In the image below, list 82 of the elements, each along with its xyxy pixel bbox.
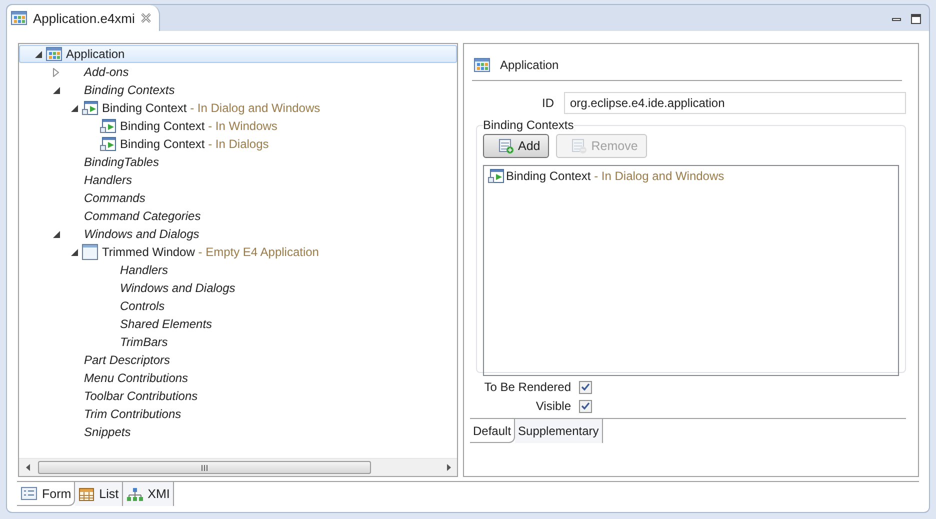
checkbox[interactable] bbox=[579, 380, 592, 394]
tree-row[interactable]: Add-ons bbox=[19, 63, 457, 81]
grip-icon bbox=[201, 464, 208, 470]
tree-item-label: Commands bbox=[84, 191, 146, 205]
tree-item-label: Toolbar Contributions bbox=[84, 389, 198, 403]
tree-row[interactable]: Handlers bbox=[19, 171, 457, 189]
tree-item-label: Trimmed Window - Empty E4 Application bbox=[102, 245, 319, 259]
tree-row[interactable]: Trim Contributions bbox=[19, 405, 457, 423]
tree-item-label: Controls bbox=[120, 299, 165, 313]
tree-item-label: Binding Context - In Windows bbox=[120, 119, 278, 133]
tree-item-label: Handlers bbox=[84, 173, 132, 187]
detail-title: Application bbox=[500, 58, 559, 72]
checkbox[interactable] bbox=[579, 400, 592, 412]
tree-row[interactable]: Controls bbox=[19, 297, 457, 315]
table-icon bbox=[498, 138, 514, 154]
tree-row[interactable]: Windows and Dialogs bbox=[19, 279, 457, 297]
checkbox-label: Visible bbox=[536, 399, 571, 413]
tree-row[interactable]: Part Descriptors bbox=[19, 351, 457, 369]
tree-item-label: Windows and Dialogs bbox=[120, 281, 236, 295]
tab[interactable]: Supplementary bbox=[515, 419, 603, 443]
tree-item-label: Windows and Dialogs bbox=[84, 227, 200, 241]
tree-item-label: Part Descriptors bbox=[84, 353, 170, 367]
tree-row[interactable]: BindingTables bbox=[19, 153, 457, 171]
grid-icon bbox=[474, 58, 490, 72]
tree-item-label: Binding Context - In Dialog and Windows bbox=[102, 101, 320, 115]
tree-row[interactable]: Binding Contexts bbox=[19, 81, 457, 99]
tree-row[interactable]: Snippets bbox=[19, 423, 457, 441]
id-label: ID bbox=[542, 96, 554, 110]
grid-icon bbox=[11, 11, 27, 25]
tab[interactable]: Form bbox=[17, 482, 76, 506]
tree-item-label: Binding Context - In Dialogs bbox=[120, 137, 269, 151]
tree-item-label: Snippets bbox=[84, 425, 131, 439]
expanded-icon[interactable] bbox=[52, 230, 60, 238]
tree-row[interactable]: Commands bbox=[19, 189, 457, 207]
hierarchy-icon bbox=[126, 488, 143, 500]
tree-row[interactable]: TrimBars bbox=[19, 333, 457, 351]
checkbox-label: To Be Rendered bbox=[484, 380, 571, 394]
tree-row[interactable]: Handlers bbox=[19, 261, 457, 279]
tree-item-label: BindingTables bbox=[84, 155, 159, 169]
close-icon[interactable] bbox=[140, 13, 151, 23]
right-arrow-icon[interactable] bbox=[446, 464, 450, 471]
tree-item-label: Handlers bbox=[120, 263, 168, 277]
tree-row[interactable]: Binding Context - In Dialogs bbox=[19, 135, 457, 153]
expanded-icon[interactable] bbox=[70, 104, 78, 112]
tree-row[interactable]: Toolbar Contributions bbox=[19, 387, 457, 405]
editor-tab[interactable]: Application.e4xmi bbox=[7, 5, 160, 31]
list-item[interactable]: Binding Context - In Dialog and Windows bbox=[506, 169, 724, 183]
horizontal-scrollbar[interactable] bbox=[19, 458, 457, 476]
left-arrow-icon[interactable] bbox=[26, 464, 30, 471]
tree-row[interactable]: Trimmed Window - Empty E4 Application bbox=[19, 243, 457, 261]
tree-item-label: TrimBars bbox=[120, 335, 168, 349]
maximize-icon[interactable] bbox=[911, 14, 921, 24]
expanded-icon[interactable] bbox=[70, 248, 78, 256]
tree-row[interactable]: Binding Context - In Windows bbox=[19, 117, 457, 135]
tree-row[interactable]: Application bbox=[19, 45, 457, 63]
tab[interactable]: XMI bbox=[122, 482, 174, 506]
group-title: Binding Contexts bbox=[483, 118, 574, 132]
tree-item-label: Add-ons bbox=[84, 65, 129, 79]
window-icon bbox=[82, 244, 98, 260]
tree-row[interactable]: Shared Elements bbox=[19, 315, 457, 333]
tree-item-label: Binding Contexts bbox=[84, 83, 175, 97]
grid-icon bbox=[46, 47, 62, 61]
tree-row[interactable]: Command Categories bbox=[19, 207, 457, 225]
expanded-icon[interactable] bbox=[52, 86, 60, 94]
id-field[interactable]: org.eclipse.e4.ide.application bbox=[564, 92, 906, 114]
tree-item-label: Shared Elements bbox=[120, 317, 212, 331]
add-button[interactable]: Add bbox=[483, 134, 550, 158]
collapsed-icon[interactable] bbox=[53, 68, 59, 76]
tree-item-label: Application bbox=[66, 47, 125, 61]
expanded-icon[interactable] bbox=[34, 50, 42, 58]
tree-row[interactable]: Windows and Dialogs bbox=[19, 225, 457, 243]
table-icon bbox=[571, 138, 588, 154]
tree-item-label: Command Categories bbox=[84, 209, 201, 223]
table-icon bbox=[79, 488, 94, 500]
tree-item-label: Menu Contributions bbox=[84, 371, 188, 385]
tree-item-label: Trim Contributions bbox=[84, 407, 182, 421]
tab[interactable]: Default bbox=[470, 419, 516, 443]
tree-row[interactable]: Menu Contributions bbox=[19, 369, 457, 387]
tab[interactable]: List bbox=[75, 482, 123, 506]
scrollbar-thumb[interactable] bbox=[38, 461, 371, 474]
form-icon bbox=[21, 487, 37, 500]
tree-row[interactable]: Binding Context - In Dialog and Windows bbox=[19, 99, 457, 117]
